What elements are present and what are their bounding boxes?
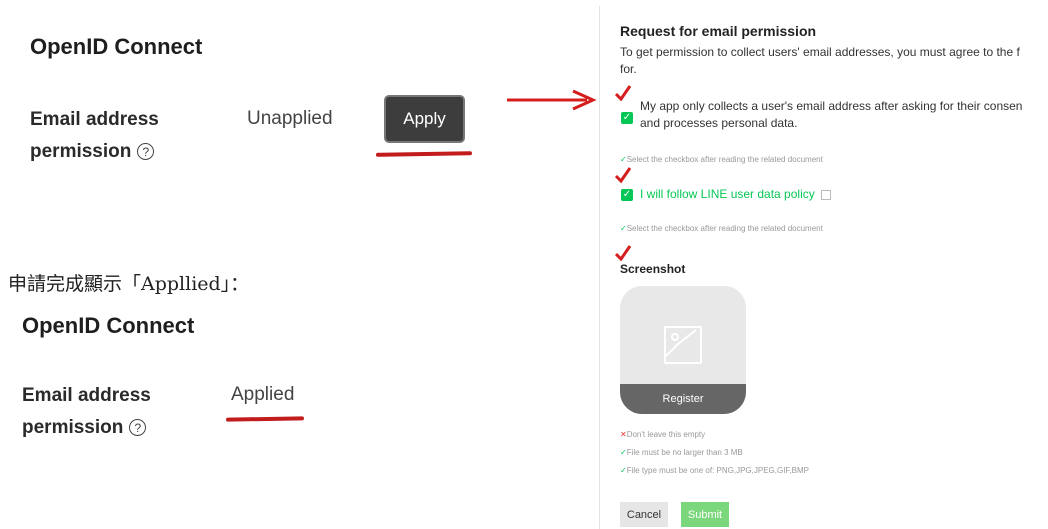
screenshot-title: Screenshot	[620, 262, 686, 276]
x-icon: ✕	[620, 430, 627, 439]
arrow-annotation	[507, 89, 597, 111]
screenshot-upload[interactable]: Register	[620, 286, 746, 414]
check-annotation-icon	[614, 167, 632, 184]
check-icon: ✓	[620, 448, 627, 457]
label-line-1: Email address	[22, 385, 151, 406]
policy-hint: ✓Select the checkbox after reading the r…	[620, 224, 823, 233]
section-title: OpenID Connect	[22, 313, 195, 338]
type-hint: ✓File type must be one of: PNG,JPG,JPEG,…	[620, 466, 809, 475]
email-permission-dialog: Request for email permission To get perm…	[600, 6, 1048, 529]
image-icon	[664, 326, 702, 364]
label-line-2: permission?	[30, 136, 159, 168]
label-line-1: Email address	[30, 109, 159, 130]
consent-label: My app only collects a user's email addr…	[640, 99, 1023, 130]
policy-checkbox[interactable]: ✓	[621, 189, 633, 201]
help-icon[interactable]: ?	[129, 419, 147, 437]
external-link-icon	[820, 189, 831, 200]
check-icon: ✓	[620, 466, 627, 475]
underline-annotation	[375, 151, 473, 157]
check-icon: ✓	[620, 155, 627, 164]
email-permission-label: Email address permission?	[22, 380, 151, 444]
help-icon[interactable]: ?	[137, 143, 155, 161]
underline-annotation	[225, 416, 305, 422]
register-button[interactable]: Register	[620, 384, 746, 414]
section-title: OpenID Connect	[30, 34, 203, 59]
note-text: 申請完成顯示「Appllied」：	[8, 273, 250, 295]
check-icon: ✓	[620, 224, 627, 233]
cancel-button[interactable]: Cancel	[620, 502, 668, 527]
status-text: Unapplied	[247, 108, 333, 129]
consent-hint: ✓Select the checkbox after reading the r…	[620, 155, 823, 164]
dialog-title: Request for email permission	[620, 23, 817, 39]
check-annotation-icon	[614, 245, 632, 262]
dialog-intro: To get permission to collect users' emai…	[620, 45, 1020, 76]
error-hint: ✕Don't leave this empty	[620, 430, 706, 439]
size-hint: ✓File must be no larger than 3 MB	[620, 448, 743, 457]
email-permission-label: Email address permission?	[30, 104, 159, 168]
consent-checkbox[interactable]: ✓	[621, 112, 633, 124]
status-text: Applied	[231, 384, 295, 405]
policy-link[interactable]: I will follow LINE user data policy	[640, 187, 831, 201]
apply-button[interactable]: Apply	[386, 97, 463, 141]
label-line-2: permission?	[22, 412, 151, 444]
submit-button[interactable]: Submit	[681, 502, 729, 527]
check-annotation-icon	[614, 85, 632, 102]
